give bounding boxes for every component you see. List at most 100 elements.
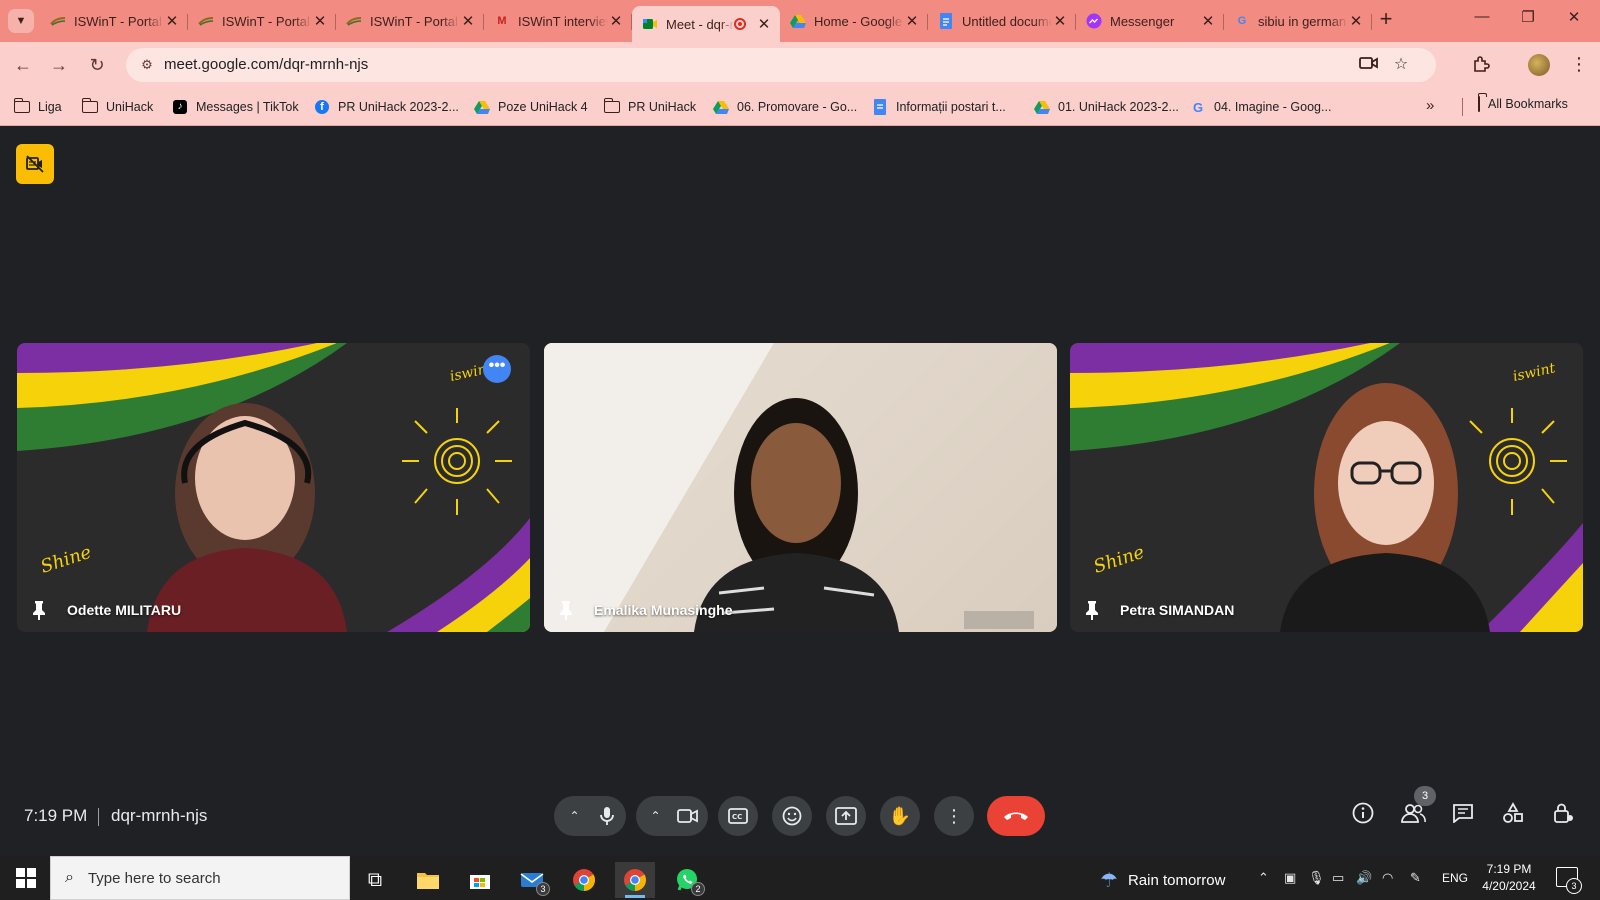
camera-in-use-icon[interactable]	[1358, 55, 1380, 75]
whatsapp-badge: 2	[691, 882, 705, 896]
microphone-tray-icon[interactable]: 🎙	[1308, 870, 1325, 886]
captions-button[interactable]: CC	[718, 796, 758, 836]
browser-tab[interactable]: ISWinT - Portal ✕	[40, 6, 188, 36]
chrome-icon	[624, 869, 646, 891]
more-options-button[interactable]: ⋮	[934, 796, 974, 836]
camera-button[interactable]: ⌃	[636, 796, 708, 836]
activities-button[interactable]	[1498, 802, 1528, 832]
show-hidden-icons-button[interactable]: ⌃	[1258, 870, 1269, 886]
close-tab-icon[interactable]: ✕	[1200, 12, 1216, 30]
wifi-icon[interactable]: ◠	[1382, 870, 1393, 886]
tab-title: Home - Google Drive	[814, 13, 904, 29]
bookmark-item[interactable]: G 04. Imagine - Goog...	[1190, 97, 1332, 117]
chevron-up-icon[interactable]: ⌃	[565, 809, 585, 823]
svg-text:CC: CC	[732, 813, 742, 821]
close-tab-icon[interactable]: ✕	[312, 12, 328, 30]
bookmark-item[interactable]: 01. UniHack 2023-2...	[1034, 97, 1179, 117]
meeting-details-button[interactable]	[1348, 802, 1378, 832]
participant-tile-2[interactable]: Emalika Munasinghe	[544, 343, 1057, 632]
search-icon: ⌕	[65, 869, 74, 886]
participant-name: Odette MILITARU	[67, 602, 182, 618]
close-tab-icon[interactable]: ✕	[1348, 12, 1364, 30]
browser-tab[interactable]: Home - Google Drive✕	[780, 6, 928, 36]
mail-button[interactable]: 3	[512, 862, 552, 898]
people-button[interactable]: 3	[1398, 786, 1436, 832]
volume-icon[interactable]: 🔊	[1356, 870, 1372, 886]
bookmark-label: 01. UniHack 2023-2...	[1058, 100, 1179, 114]
chrome-button[interactable]	[564, 862, 604, 898]
chat-button[interactable]	[1448, 802, 1478, 832]
bookmark-item[interactable]: UniHack	[81, 97, 153, 117]
close-tab-icon[interactable]: ✕	[756, 15, 772, 33]
whatsapp-button[interactable]: 2	[667, 862, 707, 898]
weather-widget[interactable]: ☂ Rain tomorrow	[1100, 868, 1225, 893]
browser-menu-icon[interactable]: ⋮	[1570, 54, 1588, 75]
forward-button[interactable]: →	[44, 50, 74, 80]
microsoft-store-button[interactable]	[460, 862, 500, 898]
bookmark-item[interactable]: ♪ Messages | TikTok	[172, 97, 299, 117]
bookmark-item[interactable]: Liga	[13, 97, 62, 117]
pin-icon[interactable]	[1084, 600, 1100, 620]
bookmark-item[interactable]: Poze UniHack 4	[474, 97, 588, 117]
browser-tab[interactable]: ISWinT - Portal ✕	[336, 6, 484, 36]
bookmark-item[interactable]: 06. Promovare - Go...	[713, 97, 857, 117]
task-view-button[interactable]: ⧉	[355, 862, 395, 898]
bookmark-item[interactable]: Informații postari t...	[872, 97, 1006, 117]
recording-indicator[interactable]	[16, 144, 54, 184]
close-tab-icon[interactable]: ✕	[460, 12, 476, 30]
url-text[interactable]: meet.google.com/dqr-mrnh-njs	[164, 56, 368, 73]
back-button[interactable]: ←	[8, 50, 38, 80]
tab-search-button[interactable]: ▼	[8, 9, 34, 33]
pin-icon[interactable]	[558, 600, 574, 620]
participant-tile-1[interactable]: Shine iswint ••• Odette MILITARU	[17, 343, 530, 632]
reactions-button[interactable]	[772, 796, 812, 836]
close-tab-icon[interactable]: ✕	[608, 12, 624, 30]
participant-tile-3[interactable]: Shine iswint Petra SIMANDAN	[1070, 343, 1583, 632]
close-window-button[interactable]: ✕	[1556, 8, 1592, 32]
profile-avatar[interactable]	[1528, 54, 1550, 76]
browser-tab[interactable]: ISWinT - Portal ✕	[188, 6, 336, 36]
system-time: 7:19 PM	[1486, 862, 1532, 876]
start-button[interactable]	[16, 868, 36, 888]
system-clock[interactable]: 7:19 PM 4/20/2024	[1476, 861, 1542, 895]
hand-icon: ✋	[888, 805, 912, 826]
close-icon: ✕	[1567, 9, 1581, 26]
chrome-profile-button[interactable]	[615, 862, 655, 898]
leave-call-button[interactable]	[987, 796, 1045, 836]
restore-button[interactable]: ❐	[1510, 8, 1546, 32]
browser-tab[interactable]: M ISWinT interview ✕	[484, 6, 632, 36]
close-tab-icon[interactable]: ✕	[1052, 12, 1068, 30]
present-screen-button[interactable]	[826, 796, 866, 836]
chevron-up-icon[interactable]: ⌃	[646, 809, 666, 823]
bookmark-star-icon[interactable]: ☆	[1390, 55, 1412, 75]
reload-button[interactable]: ↻	[82, 50, 112, 80]
browser-tab[interactable]: Meet - dqr-mrnh-njs ✕	[632, 6, 780, 42]
browser-tab[interactable]: Untitled document✕	[928, 6, 1076, 36]
site-info-icon[interactable]: ⚙	[136, 55, 158, 75]
bookmark-item[interactable]: f PR UniHack 2023-2...	[314, 97, 459, 117]
file-explorer-button[interactable]	[408, 862, 448, 898]
minimize-button[interactable]: —	[1464, 8, 1500, 32]
battery-icon[interactable]: ▭	[1332, 870, 1344, 886]
address-bar[interactable]: ⚙ meet.google.com/dqr-mrnh-njs ☆	[126, 48, 1436, 82]
restore-icon: ❐	[1521, 9, 1535, 26]
pin-icon[interactable]	[31, 600, 47, 620]
host-controls-button[interactable]	[1548, 802, 1578, 832]
bookmark-item[interactable]: PR UniHack	[603, 97, 696, 117]
browser-tab[interactable]: Gsibiu in german ✕	[1224, 6, 1372, 36]
input-language[interactable]: ENG	[1442, 871, 1468, 885]
more-bookmarks-icon[interactable]: »	[1426, 97, 1434, 114]
raise-hand-button[interactable]: ✋	[880, 796, 920, 836]
microphone-button[interactable]: ⌃	[554, 796, 626, 836]
close-tab-icon[interactable]: ✕	[164, 12, 180, 30]
browser-tab[interactable]: Messenger ✕	[1076, 6, 1224, 36]
taskbar-search-box[interactable]: ⌕ Type here to search	[50, 856, 350, 900]
camera-tray-icon[interactable]: ▣	[1284, 870, 1296, 886]
extensions-icon[interactable]	[1472, 56, 1490, 79]
activities-icon	[1503, 802, 1523, 823]
close-tab-icon[interactable]: ✕	[904, 12, 920, 30]
new-tab-button[interactable]: +	[1374, 8, 1398, 32]
participant-more-options-icon[interactable]: •••	[483, 355, 511, 383]
pen-icon[interactable]: ✎	[1410, 870, 1421, 886]
all-bookmarks-button[interactable]: All Bookmarks	[1478, 96, 1568, 112]
